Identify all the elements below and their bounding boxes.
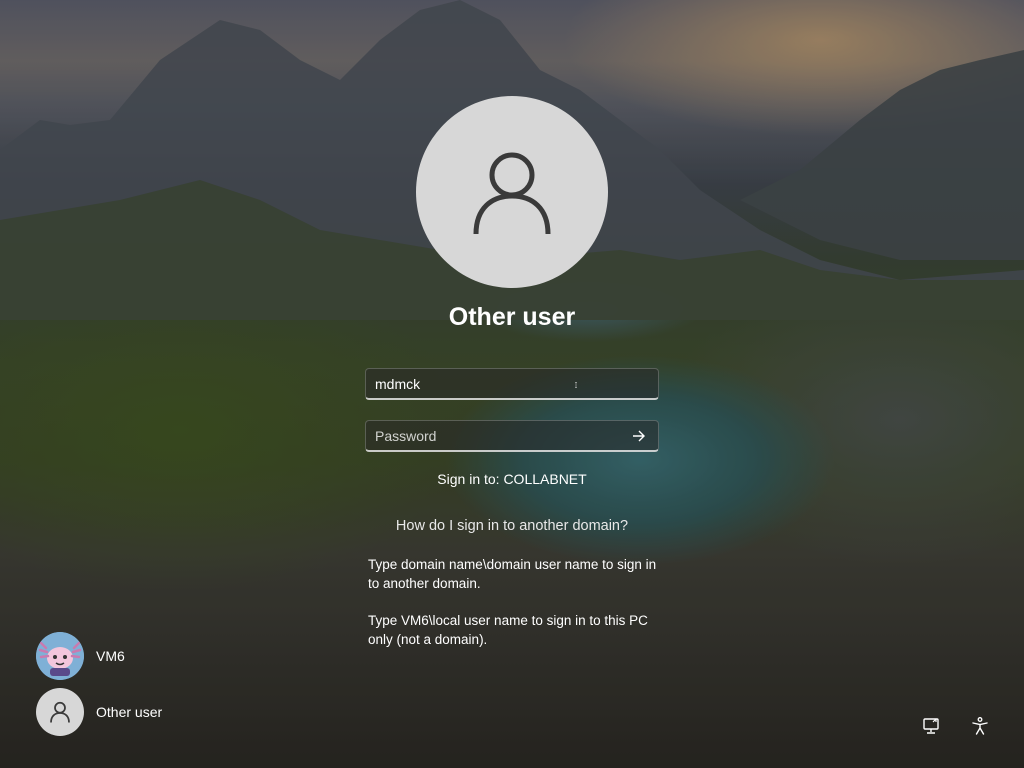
network-button[interactable] (919, 714, 943, 738)
axolotl-avatar-icon (36, 632, 84, 680)
avatar (36, 688, 84, 736)
user-tile-label: VM6 (96, 648, 125, 664)
network-icon (923, 718, 939, 734)
submit-button[interactable] (629, 426, 649, 446)
accessibility-icon (972, 717, 988, 735)
username-field[interactable]: mdmck (365, 368, 659, 400)
user-avatar-large (416, 96, 608, 288)
user-tile-vm6[interactable]: VM6 (36, 632, 236, 680)
person-icon (473, 152, 551, 235)
username-value: mdmck (375, 375, 421, 392)
user-tile-label: Other user (96, 704, 163, 720)
local-help-text: Type VM6\local user name to sign in to t… (368, 613, 648, 647)
arrow-right-icon (633, 430, 645, 441)
domain-help-text: Type domain name\domain user name to sig… (368, 557, 657, 591)
user-tile-other-user[interactable]: Other user (36, 688, 236, 736)
person-icon (50, 701, 70, 723)
sign-in-domain-label: Sign in to: COLLABNET (437, 471, 587, 487)
avatar (36, 632, 84, 680)
text-cursor-icon (575, 382, 577, 388)
password-field[interactable]: Password (365, 420, 659, 452)
accessibility-button[interactable] (968, 714, 992, 738)
password-placeholder: Password (375, 427, 437, 444)
other-domain-help-link[interactable]: How do I sign in to another domain? (312, 518, 712, 534)
user-display-name: Other user (448, 303, 576, 331)
